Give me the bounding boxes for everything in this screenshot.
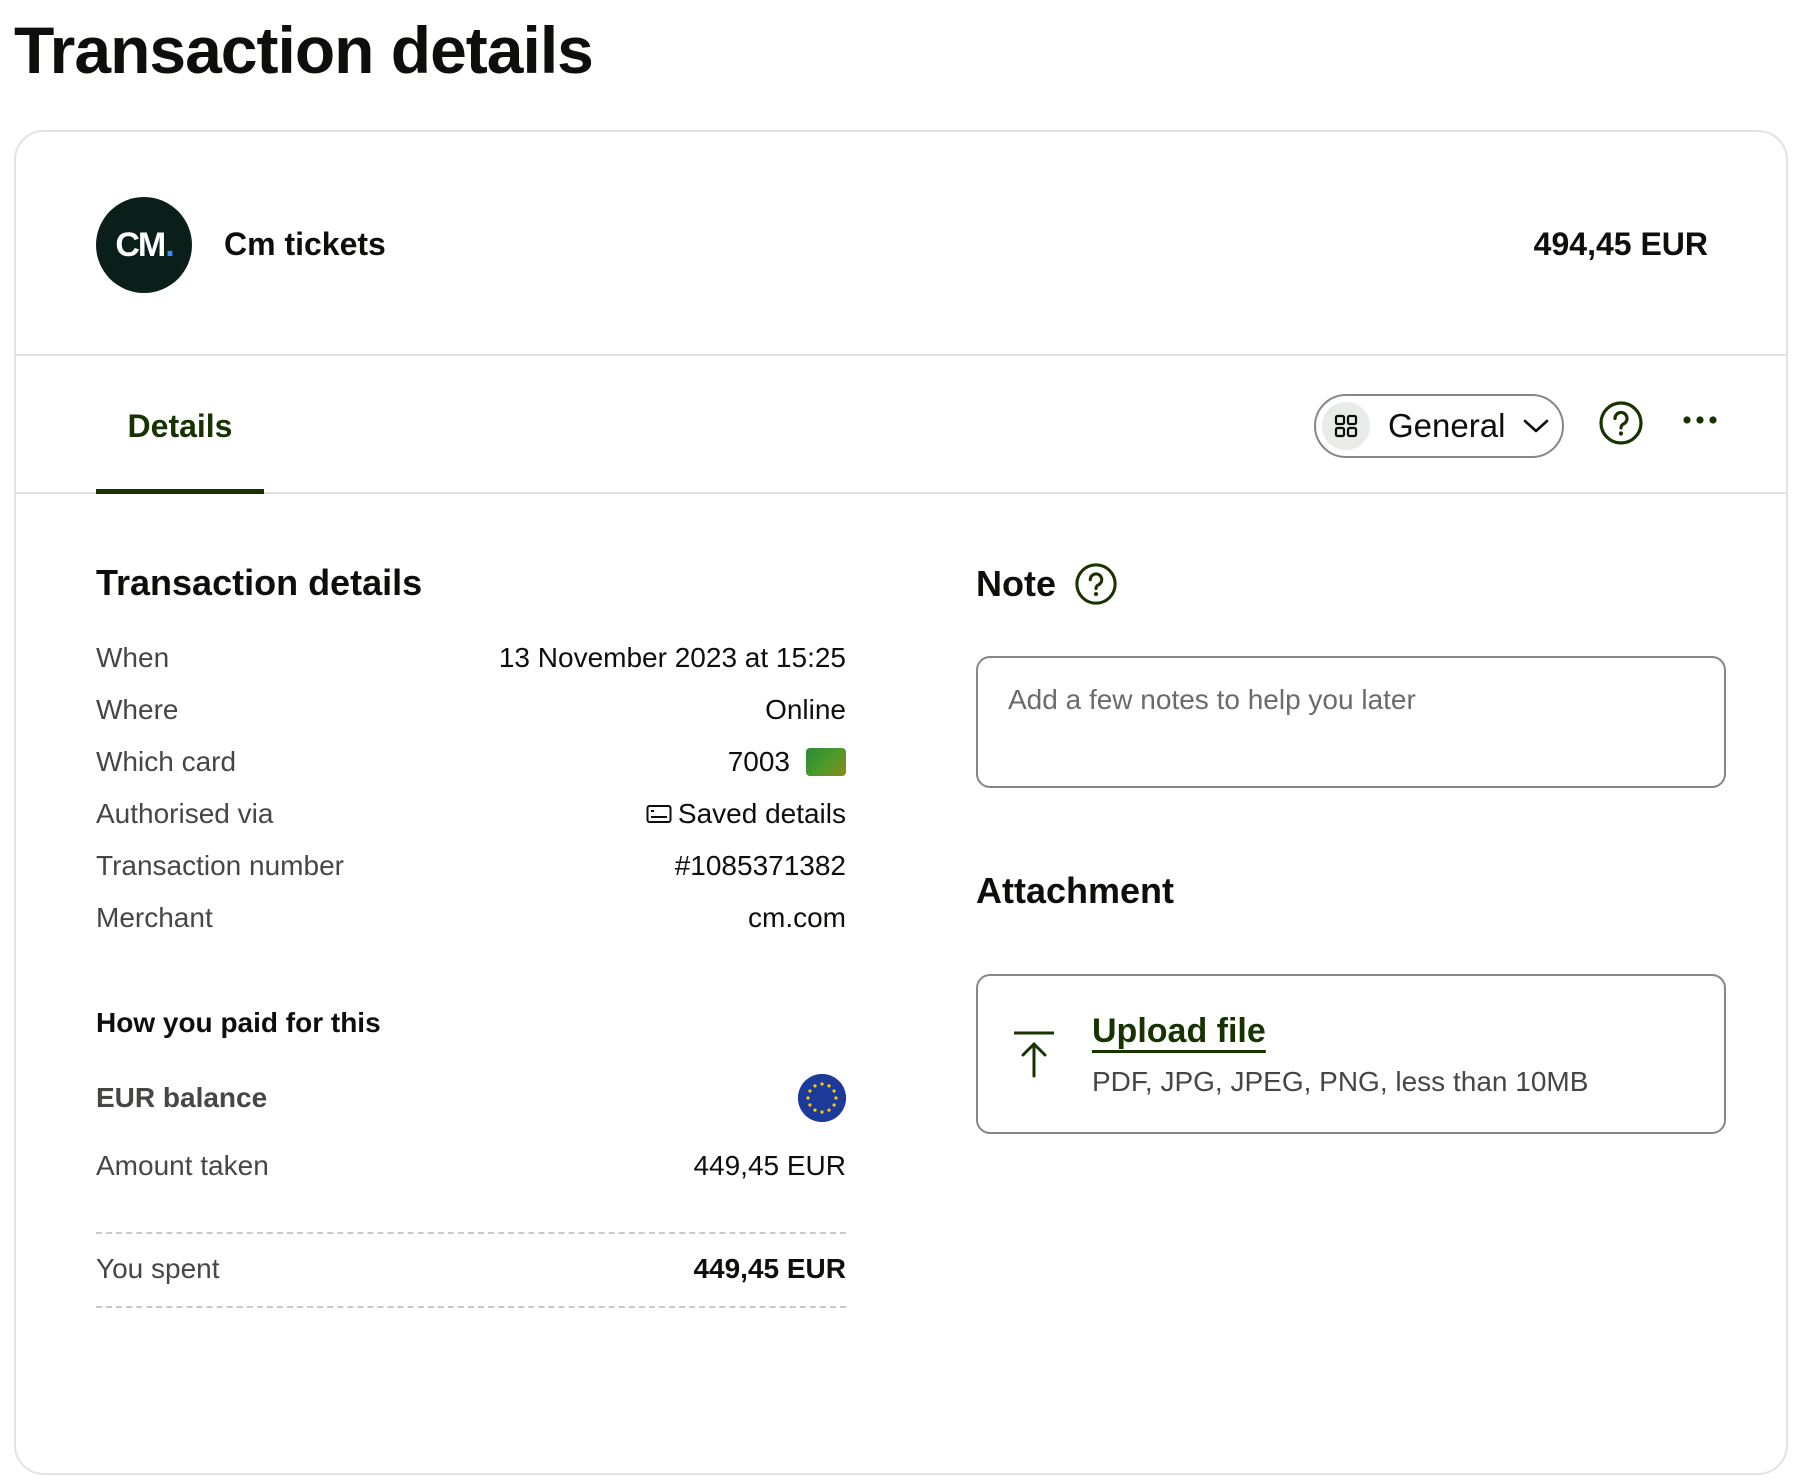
merchant-name: Cm tickets [224,226,386,262]
detail-row-card: Which card 7003 [96,736,846,788]
authorised-value: Saved details [646,798,846,830]
spent-value: 449,45 EUR [693,1253,846,1284]
balance-row: EUR balance [96,1072,846,1124]
help-icon[interactable] [1598,400,1644,451]
upload-hint: PDF, JPG, JPEG, PNG, less than 10MB [1092,1066,1589,1097]
card-value: 7003 [728,746,846,778]
divider [96,1306,846,1308]
amount-taken-value: 449,45 EUR [693,1150,846,1181]
detail-value: cm.com [748,902,846,933]
category-select[interactable]: General [1314,394,1564,458]
detail-label: Merchant [96,902,213,933]
category-label: General [1388,407,1506,444]
balance-label: EUR balance [96,1082,268,1113]
page-title: Transaction details [14,13,594,87]
attachment-title: Attachment [976,870,1175,911]
detail-row-authorised: Authorised via Saved details [96,788,846,840]
more-options-icon[interactable] [1682,412,1718,430]
card-icon [806,748,846,776]
saved-card-icon [646,804,672,824]
merchant-header: CM. Cm tickets 494,45 EUR [16,132,1786,356]
detail-row-where: Where Online [96,684,846,736]
chevron-down-icon [1523,418,1549,434]
eu-flag-icon [798,1074,846,1122]
tabs-bar: Details General [16,356,1786,494]
upload-dropzone[interactable]: Upload file PDF, JPG, JPEG, PNG, less th… [976,974,1726,1134]
detail-row-transaction-number: Transaction number #1085371382 [96,840,846,892]
details-section-title: Transaction details [96,562,423,603]
detail-row-merchant: Merchant cm.com [96,892,846,944]
spent-row: You spent 449,45 EUR [96,1234,846,1304]
detail-label: Authorised via [96,798,274,829]
payment-section-title: How you paid for this [96,1007,381,1038]
upload-icon [1012,1030,1056,1085]
merchant-logo: CM. [96,197,192,293]
grid-icon [1322,402,1370,450]
amount-taken-label: Amount taken [96,1150,269,1181]
detail-label: Where [96,694,179,725]
note-help-icon[interactable] [1074,562,1118,606]
detail-value: #1085371382 [674,850,846,881]
transaction-card: CM. Cm tickets 494,45 EUR Details Genera… [14,130,1788,1475]
merchant-logo-dot: . [165,225,175,264]
authorised-method: Saved details [677,798,846,829]
card-last-digits: 7003 [727,746,790,777]
detail-value: 13 November 2023 at 15:25 [498,642,846,673]
upload-file-link[interactable]: Upload file [1092,1012,1266,1051]
note-header: Note [976,562,1118,606]
detail-value: Online [765,694,846,725]
detail-row-when: When 13 November 2023 at 15:25 [96,632,846,684]
amount-taken-row: Amount taken 449,45 EUR [96,1140,846,1192]
note-title: Note [976,563,1056,604]
detail-label: Transaction number [96,850,344,881]
details-list: When 13 November 2023 at 15:25 Where Onl… [96,632,846,944]
tab-details[interactable]: Details [96,356,264,494]
transaction-amount: 494,45 EUR [1533,226,1708,262]
merchant-logo-text: CM [115,225,166,264]
detail-label: Which card [96,746,237,777]
detail-label: When [96,642,170,673]
spent-label: You spent [96,1253,220,1284]
note-input[interactable] [976,656,1726,788]
